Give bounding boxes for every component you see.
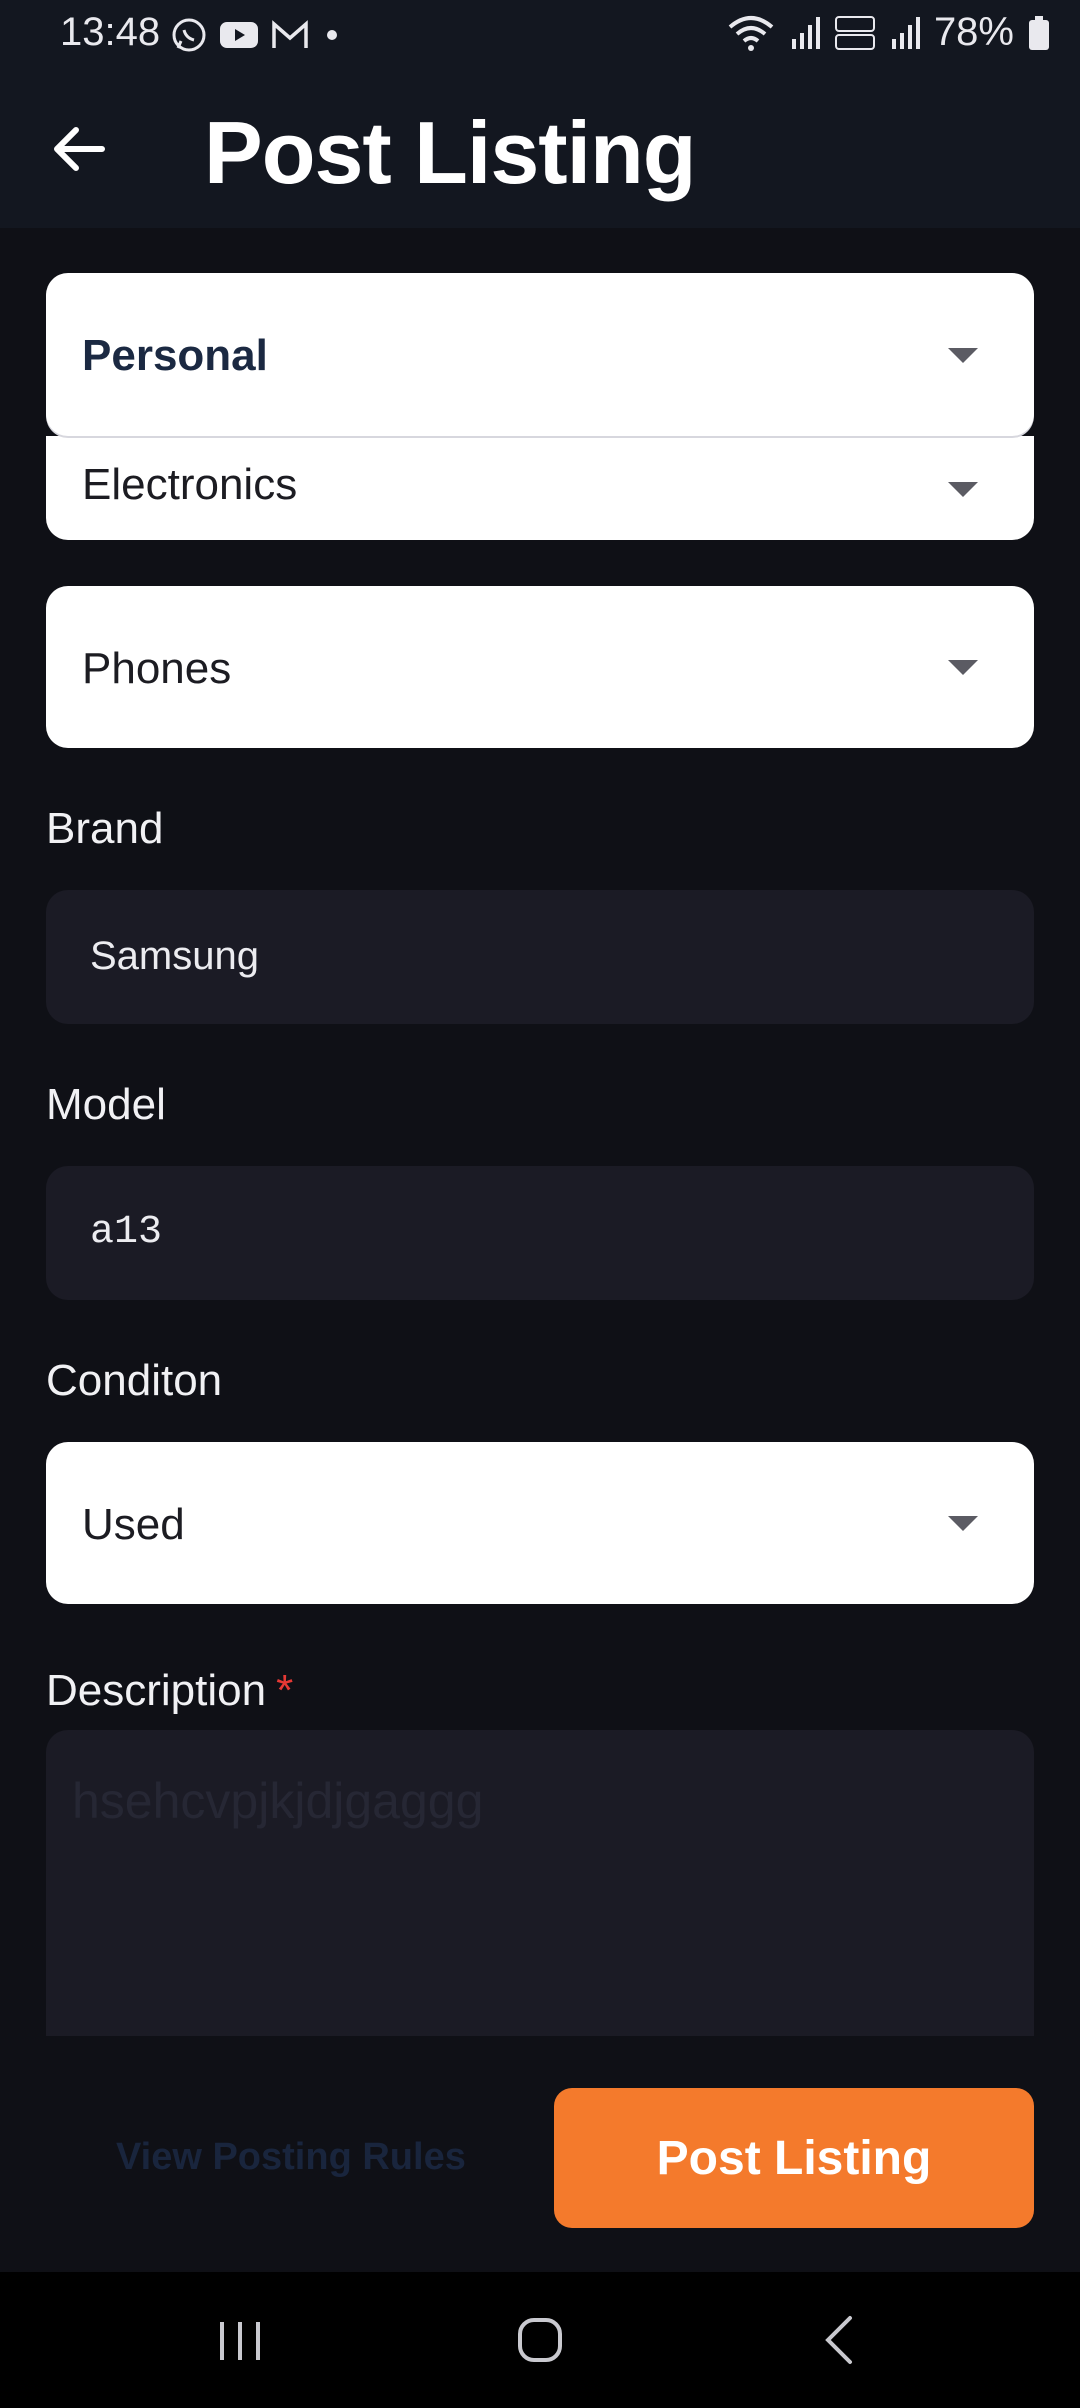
signal-icon	[891, 16, 920, 49]
brand-label: Brand	[46, 804, 164, 853]
home-button[interactable]	[510, 2310, 570, 2370]
home-icon	[518, 2318, 562, 2362]
post-listing-button[interactable]: Post Listing	[554, 2088, 1034, 2228]
back-button[interactable]	[46, 116, 112, 182]
subcategory-value: Phones	[82, 644, 232, 693]
subcategory-select[interactable]: Phones	[46, 586, 1034, 748]
whatsapp-icon	[172, 18, 206, 52]
status-time: 13:48	[60, 10, 161, 54]
form-content: Electronics Personal Phones Brand Samsun…	[0, 228, 1080, 2036]
category-select[interactable]: Electronics	[46, 436, 1034, 540]
notification-icons	[170, 16, 344, 54]
view-posting-rules-link[interactable]: View Posting Rules	[116, 2136, 466, 2179]
gmail-icon	[272, 20, 308, 48]
battery-icon	[1029, 15, 1049, 50]
model-value: a13	[90, 1210, 163, 1255]
description-label-text: Description	[46, 1666, 267, 1715]
signal-icon	[791, 16, 820, 49]
system-back-button[interactable]	[812, 2310, 872, 2370]
condition-select[interactable]: Used	[46, 1442, 1034, 1604]
arrow-left-icon	[54, 127, 105, 171]
wifi-icon	[728, 15, 774, 51]
condition-value: Used	[82, 1500, 185, 1549]
brand-input[interactable]: Samsung	[46, 890, 1034, 1024]
category-value: Electronics	[82, 460, 298, 509]
model-label: Model	[46, 1080, 166, 1129]
description-label: Description *	[46, 1666, 293, 1716]
chevron-down-icon	[948, 1516, 978, 1531]
recent-apps-button[interactable]	[210, 2310, 270, 2370]
system-nav-bar	[0, 2272, 1080, 2408]
brand-value: Samsung	[90, 934, 259, 978]
bottom-action-bar: View Posting Rules Post Listing	[0, 2036, 1080, 2272]
system-status: 78%	[726, 10, 1050, 55]
description-textarea[interactable]: hsehcvpjkjdjgaggg	[46, 1730, 1034, 2036]
description-text: hsehcvpjkjdjgaggg	[72, 1773, 484, 1829]
status-bar: 13:48 78%	[0, 0, 1080, 72]
model-input[interactable]: a13	[46, 1166, 1034, 1300]
chevron-left-icon	[825, 2316, 852, 2364]
chevron-down-icon	[948, 482, 978, 497]
listing-type-value: Personal	[82, 331, 268, 380]
app-bar: Post Listing	[0, 72, 1080, 228]
page-title: Post Listing	[204, 103, 697, 202]
battery-percent: 78%	[933, 10, 1014, 54]
chevron-down-icon	[948, 660, 978, 675]
listing-type-select[interactable]: Personal	[46, 273, 1034, 436]
chevron-down-icon	[948, 348, 978, 363]
required-asterisk: *	[276, 1666, 294, 1715]
volte-lte2-icon	[834, 15, 875, 50]
condition-label: Conditon	[46, 1356, 223, 1405]
dot-icon	[327, 30, 337, 40]
recent-apps-icon	[220, 2322, 260, 2360]
youtube-icon	[220, 22, 258, 48]
